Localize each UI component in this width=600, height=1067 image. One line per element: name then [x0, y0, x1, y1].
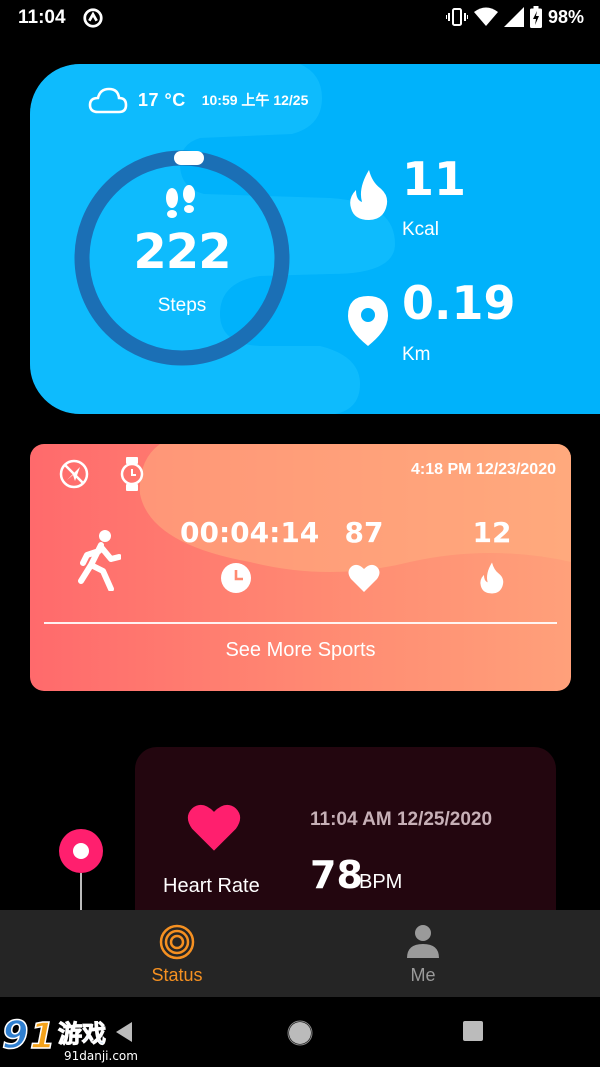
see-more-sports-link[interactable]: See More Sports [30, 639, 571, 662]
signal-icon [503, 7, 524, 27]
heart-rate-icon [187, 804, 241, 851]
sync-datetime: 10:59 上午 12/25 [201, 92, 309, 108]
battery-icon [529, 6, 542, 28]
data-saver-icon [83, 8, 103, 28]
steps-card[interactable]: 17 °C 10:59 上午 12/25 222 Steps 11 Kcal 0… [30, 64, 600, 414]
status-right: 98% [445, 6, 584, 28]
heart-icon [348, 564, 380, 592]
footprints-icon [166, 185, 195, 218]
sport-record-card[interactable]: 4:18 PM 12/23/2020 00:04:14 87 12 See Mo… [30, 444, 571, 691]
watch-icon [120, 457, 144, 491]
status-rings-icon [159, 924, 195, 960]
home-icon[interactable] [287, 1020, 313, 1046]
timeline-line [80, 873, 82, 913]
location-pin-icon [348, 296, 388, 346]
recents-icon[interactable] [462, 1020, 484, 1042]
heart-rate-value: 78 [310, 853, 363, 897]
gps-off-icon [59, 459, 89, 489]
wifi-icon [473, 7, 498, 26]
sport-datetime: 4:18 PM 12/23/2020 [411, 461, 556, 478]
svg-text:1: 1 [30, 1016, 55, 1057]
flame-icon [350, 170, 388, 220]
status-bar: 11:04 98% [0, 0, 600, 36]
status-time: 11:04 [18, 7, 66, 28]
sport-duration: 00:04:14 [180, 516, 320, 549]
sport-calories: 12 [472, 516, 512, 549]
battery-percent: 98% [547, 6, 584, 27]
cloud-icon [88, 87, 128, 114]
bottom-tab-bar: Status Me [0, 910, 600, 997]
person-icon [407, 925, 439, 958]
svg-text:9: 9 [2, 1013, 28, 1057]
svg-text:91danji.com: 91danji.com [64, 1049, 138, 1063]
heart-rate-label: Heart Rate [163, 875, 260, 897]
distance-label: Km [402, 344, 431, 365]
divider [44, 622, 557, 624]
weather-row: 17 °C 10:59 上午 12/25 [88, 86, 308, 114]
clock-icon [221, 563, 251, 593]
running-icon [78, 530, 121, 591]
kcal-value: 11 [402, 152, 467, 206]
heart-rate-unit: BPM [359, 871, 403, 893]
tab-me[interactable]: Me [273, 910, 573, 997]
timeline-dot [59, 829, 103, 873]
sport-heart-rate: 87 [344, 516, 384, 549]
temperature: 17 °C [138, 89, 186, 110]
steps-value: 222 [133, 224, 231, 280]
steps-label: Steps [157, 295, 207, 316]
distance-value: 0.19 [402, 276, 516, 330]
heart-rate-datetime: 11:04 AM 12/25/2020 [310, 809, 493, 830]
svg-text:游戏: 游戏 [58, 1020, 106, 1048]
kcal-label: Kcal [402, 219, 439, 240]
vibrate-icon [445, 8, 468, 26]
tab-me-label: Me [410, 965, 436, 985]
flame-small-icon [480, 562, 504, 594]
watermark-logo: 9 1 游戏 91danji.com [1, 1012, 138, 1063]
